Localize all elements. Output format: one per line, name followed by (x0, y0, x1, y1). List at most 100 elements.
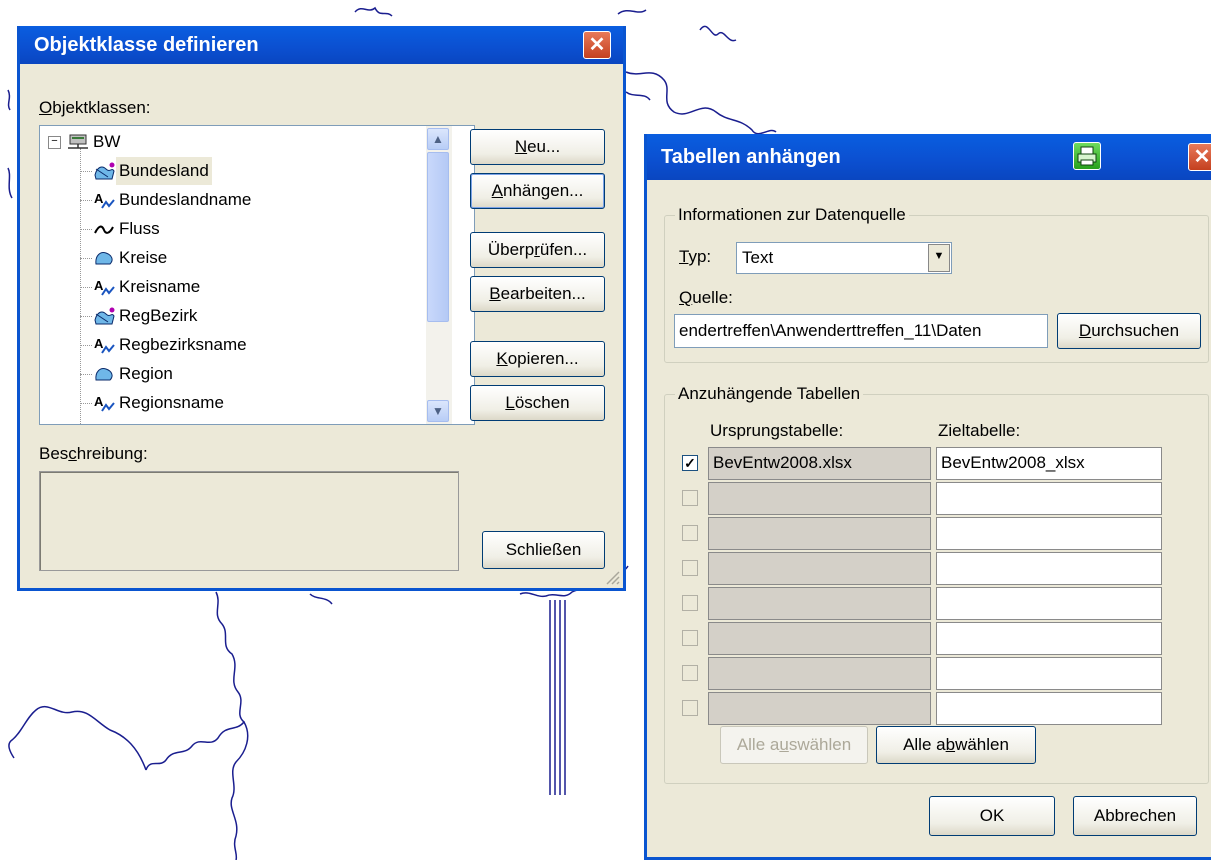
tree-item-label: Regbezirksname (119, 335, 247, 354)
objektklasse-dialog: Objektklasse definieren ✕ Objektklassen:… (17, 26, 626, 591)
source-table-cell (708, 692, 931, 725)
target-table-cell[interactable] (936, 622, 1162, 655)
source-table-cell: BevEntw2008.xlsx (708, 447, 931, 480)
tree-item-label: Regionsname (119, 393, 224, 412)
ok-button[interactable]: OK (929, 796, 1055, 836)
map-boundary (145, 591, 246, 771)
tree-item-label: Bundesland (116, 157, 212, 185)
map-boundary (625, 91, 651, 101)
typ-select[interactable]: Text ▼ (736, 242, 952, 274)
row-checkbox[interactable] (682, 700, 698, 716)
row-checkbox[interactable] (682, 560, 698, 576)
row-checkbox[interactable] (682, 490, 698, 506)
alle-abwaehlen-button[interactable]: Alle abwählen (876, 726, 1036, 764)
source-table-cell (708, 517, 931, 550)
close-button[interactable]: ✕ (583, 31, 611, 59)
tree-item[interactable]: A Bundeslandname (40, 186, 424, 214)
dialog-titlebar[interactable]: Tabellen anhängen (647, 134, 1211, 180)
beschreibung-field[interactable] (39, 471, 459, 571)
kopieren-button[interactable]: Kopieren... (470, 341, 605, 377)
row-checkbox[interactable] (682, 525, 698, 541)
scroll-down-button[interactable]: ▼ (427, 400, 449, 422)
loeschen-button[interactable]: Löschen (470, 385, 605, 421)
tree-item[interactable]: Fluss (40, 215, 424, 243)
row-checkbox[interactable] (682, 665, 698, 681)
map-boundary (7, 89, 11, 111)
tree-connector (80, 287, 92, 288)
neu-button[interactable]: Neu... (470, 129, 605, 165)
tree-item-label: Kreisname (119, 277, 201, 296)
tree-connector (80, 403, 92, 404)
text-layer-icon: A (92, 393, 115, 413)
text-layer-icon: A (92, 335, 115, 355)
map-boundary (625, 71, 777, 135)
tree-connector (80, 316, 92, 317)
area-layer-icon (92, 161, 115, 181)
tree-item[interactable]: A Kreisname (40, 273, 424, 301)
target-table-cell[interactable] (936, 517, 1162, 550)
schliessen-button[interactable]: Schließen (482, 531, 605, 569)
durchsuchen-button[interactable]: Durchsuchen (1057, 313, 1201, 349)
tree-item[interactable]: Region (40, 360, 424, 388)
objektklassen-tree[interactable]: A Regionsname Region A Regbezirksname RegBezi… (39, 125, 475, 425)
text-layer-icon: A (92, 277, 115, 297)
printer-button[interactable] (1073, 142, 1101, 170)
tree-item[interactable]: − BW (40, 128, 424, 156)
chevron-down-icon[interactable]: ▼ (928, 244, 950, 272)
source-table-cell (708, 622, 931, 655)
tree-connector (80, 258, 92, 259)
row-checkbox[interactable] (682, 630, 698, 646)
target-table-cell[interactable] (936, 482, 1162, 515)
scroll-thumb[interactable] (427, 152, 449, 322)
tree-item[interactable]: RegBezirk (40, 302, 424, 330)
target-table-cell[interactable] (936, 552, 1162, 585)
objektklassen-label: Objektklassen: (39, 98, 151, 117)
ueberpruefen-button[interactable]: Überprüfen... (470, 232, 605, 268)
dialog-title: Objektklasse definieren (34, 34, 259, 56)
group-label: Informationen zur Datenquelle (675, 205, 909, 225)
quelle-input[interactable] (674, 314, 1048, 348)
row-checkbox[interactable]: ✓ (682, 455, 698, 471)
typ-label: Typ: (679, 247, 712, 266)
beschreibung-label: Beschreibung: (39, 444, 148, 463)
tree-item-label: Region (119, 364, 173, 383)
close-icon: ✕ (588, 34, 606, 56)
target-table-cell[interactable] (936, 587, 1162, 620)
tree-item[interactable]: Kreise (40, 244, 424, 272)
abbrechen-button[interactable]: Abbrechen (1073, 796, 1197, 836)
close-button[interactable]: ✕ (1188, 143, 1211, 171)
map-boundary (8, 705, 147, 771)
text-layer-icon: A (92, 190, 115, 210)
target-table-cell[interactable]: BevEntw2008_xlsx (936, 447, 1162, 480)
svg-text:A: A (94, 191, 104, 206)
target-table-cell[interactable] (936, 657, 1162, 690)
polygon-layer-icon (92, 248, 114, 268)
source-table-cell (708, 552, 931, 585)
datenquelle-group: Informationen zur Datenquelle Typ: Text … (664, 205, 1209, 363)
tree-connector (80, 374, 92, 375)
map-boundary (7, 167, 13, 199)
resize-grip-icon[interactable] (603, 568, 621, 586)
tree-item-label: RegBezirk (119, 306, 198, 325)
printer-icon (1077, 146, 1097, 166)
tree-item[interactable]: Bundesland (40, 157, 424, 185)
tree-item[interactable]: A Regbezirksname (40, 331, 424, 359)
tree-item-label: Kreise (119, 248, 168, 267)
tree-expander-icon[interactable]: − (48, 136, 61, 149)
svg-text:A: A (94, 278, 104, 293)
line-layer-icon (92, 219, 114, 239)
quelle-label: Quelle: (679, 288, 733, 307)
bearbeiten-button[interactable]: Bearbeiten... (470, 276, 605, 312)
alle-auswaehlen-button[interactable]: Alle auswählen (720, 726, 868, 764)
tree-scrollbar[interactable]: ▲ ▼ (426, 126, 452, 424)
polygon-layer-icon (92, 364, 114, 384)
scroll-up-button[interactable]: ▲ (427, 128, 449, 150)
row-checkbox[interactable] (682, 595, 698, 611)
dialog-title: Tabellen anhängen (661, 146, 841, 168)
dialog-titlebar[interactable]: Objektklasse definieren (20, 26, 623, 64)
anhaengen-button[interactable]: Anhängen... (470, 173, 605, 209)
source-table-cell (708, 657, 931, 690)
tree-item-label: Bundeslandname (119, 190, 252, 209)
tree-item[interactable]: A Regionsname (40, 389, 424, 417)
target-table-cell[interactable] (936, 692, 1162, 725)
